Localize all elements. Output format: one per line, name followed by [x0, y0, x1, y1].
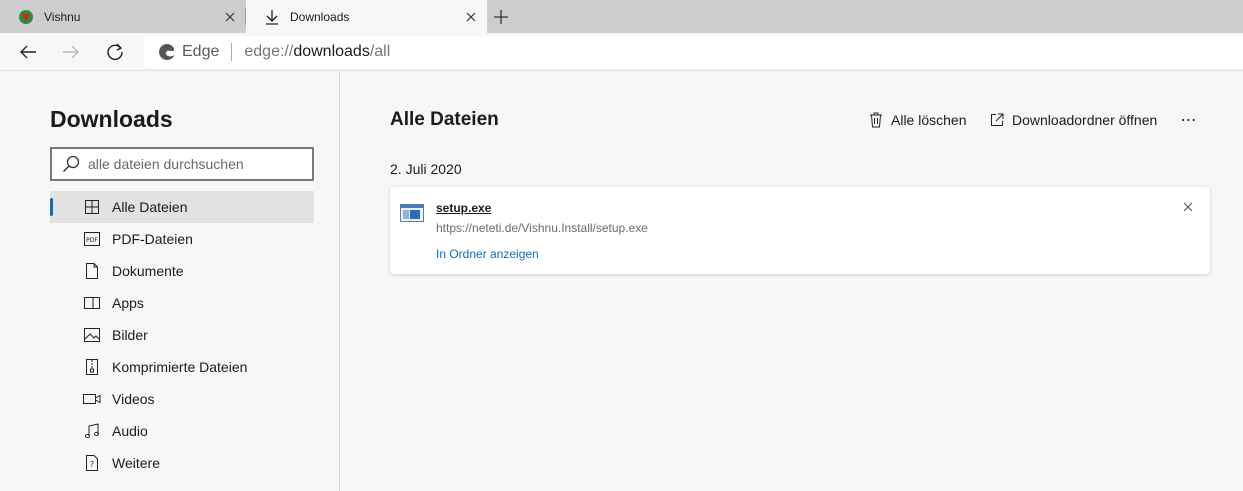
tab-downloads[interactable]: Downloads — [246, 0, 487, 33]
category-list: Alle Dateien PDF PDF-Dateien Dokumente A… — [50, 191, 314, 479]
unknown-file-icon: ? — [82, 453, 102, 473]
search-input[interactable] — [88, 156, 308, 172]
edge-logo-icon — [159, 44, 175, 60]
sidebar-item-label: Komprimierte Dateien — [112, 359, 248, 375]
refresh-icon — [107, 43, 123, 61]
sidebar-item-apps[interactable]: Apps — [50, 287, 314, 319]
zip-icon — [82, 357, 102, 377]
svg-text:PDF: PDF — [86, 237, 98, 244]
tab-label: Downloads — [290, 9, 350, 24]
clear-all-label: Alle löschen — [891, 112, 967, 128]
pdf-icon: PDF — [82, 229, 102, 249]
sidebar-item-label: Audio — [112, 423, 148, 439]
show-in-folder-link[interactable]: In Ordner anzeigen — [436, 247, 539, 261]
sidebar-item-compressed[interactable]: Komprimierte Dateien — [50, 351, 314, 383]
sidebar-item-other[interactable]: ? Weitere — [50, 447, 314, 479]
downloads-main: Alle Dateien Alle löschen Downloadordner… — [341, 72, 1243, 491]
sidebar-item-documents[interactable]: Dokumente — [50, 255, 314, 287]
address-url: edge://downloads/all — [244, 43, 391, 60]
sidebar-item-images[interactable]: Bilder — [50, 319, 314, 351]
browser-toolbar: Edge edge://downloads/all — [0, 33, 1243, 71]
downloads-sidebar: Downloads Alle Dateien PDF PDF-Dateien D… — [0, 72, 340, 491]
refresh-button[interactable] — [100, 37, 130, 67]
address-bar[interactable]: Edge edge://downloads/all — [144, 36, 1243, 68]
open-external-icon — [988, 111, 1006, 129]
app-icon — [82, 293, 102, 313]
search-box[interactable] — [50, 147, 314, 181]
trash-icon — [867, 111, 885, 129]
open-folder-label: Downloadordner öffnen — [1012, 112, 1158, 128]
sidebar-item-label: Apps — [112, 295, 144, 311]
grid-icon — [82, 197, 102, 217]
sidebar-item-videos[interactable]: Videos — [50, 383, 314, 415]
download-item: setup.exe https://neteti.de/Vishnu.Insta… — [390, 187, 1210, 274]
download-filename-link[interactable]: setup.exe — [436, 201, 491, 215]
date-group-heading: 2. Juli 2020 — [390, 161, 462, 177]
download-source-url: https://neteti.de/Vishnu.Install/setup.e… — [436, 221, 648, 235]
more-icon: ⋯ — [1180, 112, 1198, 129]
sidebar-item-label: PDF-Dateien — [112, 231, 193, 247]
sidebar-item-label: Bilder — [112, 327, 148, 343]
vishnu-favicon-icon — [18, 9, 34, 25]
close-tab-icon[interactable] — [220, 7, 240, 27]
sidebar-item-audio[interactable]: Audio — [50, 415, 314, 447]
page-title: Alle Dateien — [390, 109, 499, 130]
close-tab-icon[interactable] — [461, 7, 481, 27]
forward-button[interactable] — [56, 37, 86, 67]
sidebar-item-label: Dokumente — [112, 263, 184, 279]
video-icon — [82, 389, 102, 409]
sidebar-item-label: Alle Dateien — [112, 199, 188, 215]
clear-all-button[interactable]: Alle löschen — [867, 111, 967, 129]
back-button[interactable] — [13, 37, 43, 67]
tab-strip: Vishnu Downloads — [0, 0, 1243, 33]
search-icon — [63, 155, 80, 172]
sidebar-item-label: Videos — [112, 391, 155, 407]
sidebar-item-all-files[interactable]: Alle Dateien — [50, 191, 314, 223]
remove-download-icon[interactable] — [1180, 199, 1196, 215]
svg-text:?: ? — [90, 460, 94, 469]
image-icon — [82, 325, 102, 345]
back-arrow-icon — [20, 45, 36, 59]
document-icon — [82, 261, 102, 281]
sidebar-item-label: Weitere — [112, 455, 160, 471]
exe-file-icon — [400, 204, 424, 222]
sidebar-item-pdf[interactable]: PDF PDF-Dateien — [50, 223, 314, 255]
tab-label: Vishnu — [44, 9, 81, 24]
download-icon — [264, 9, 280, 25]
open-download-folder-button[interactable]: Downloadordner öffnen — [988, 111, 1157, 129]
music-icon — [82, 421, 102, 441]
more-options-button[interactable]: ⋯ — [1177, 108, 1201, 132]
sidebar-title: Downloads — [50, 106, 173, 132]
tab-vishnu[interactable]: Vishnu — [0, 0, 246, 33]
new-tab-button[interactable] — [490, 6, 512, 28]
address-separator — [231, 43, 233, 61]
forward-arrow-icon — [63, 45, 79, 59]
edge-brand-label: Edge — [182, 43, 220, 60]
